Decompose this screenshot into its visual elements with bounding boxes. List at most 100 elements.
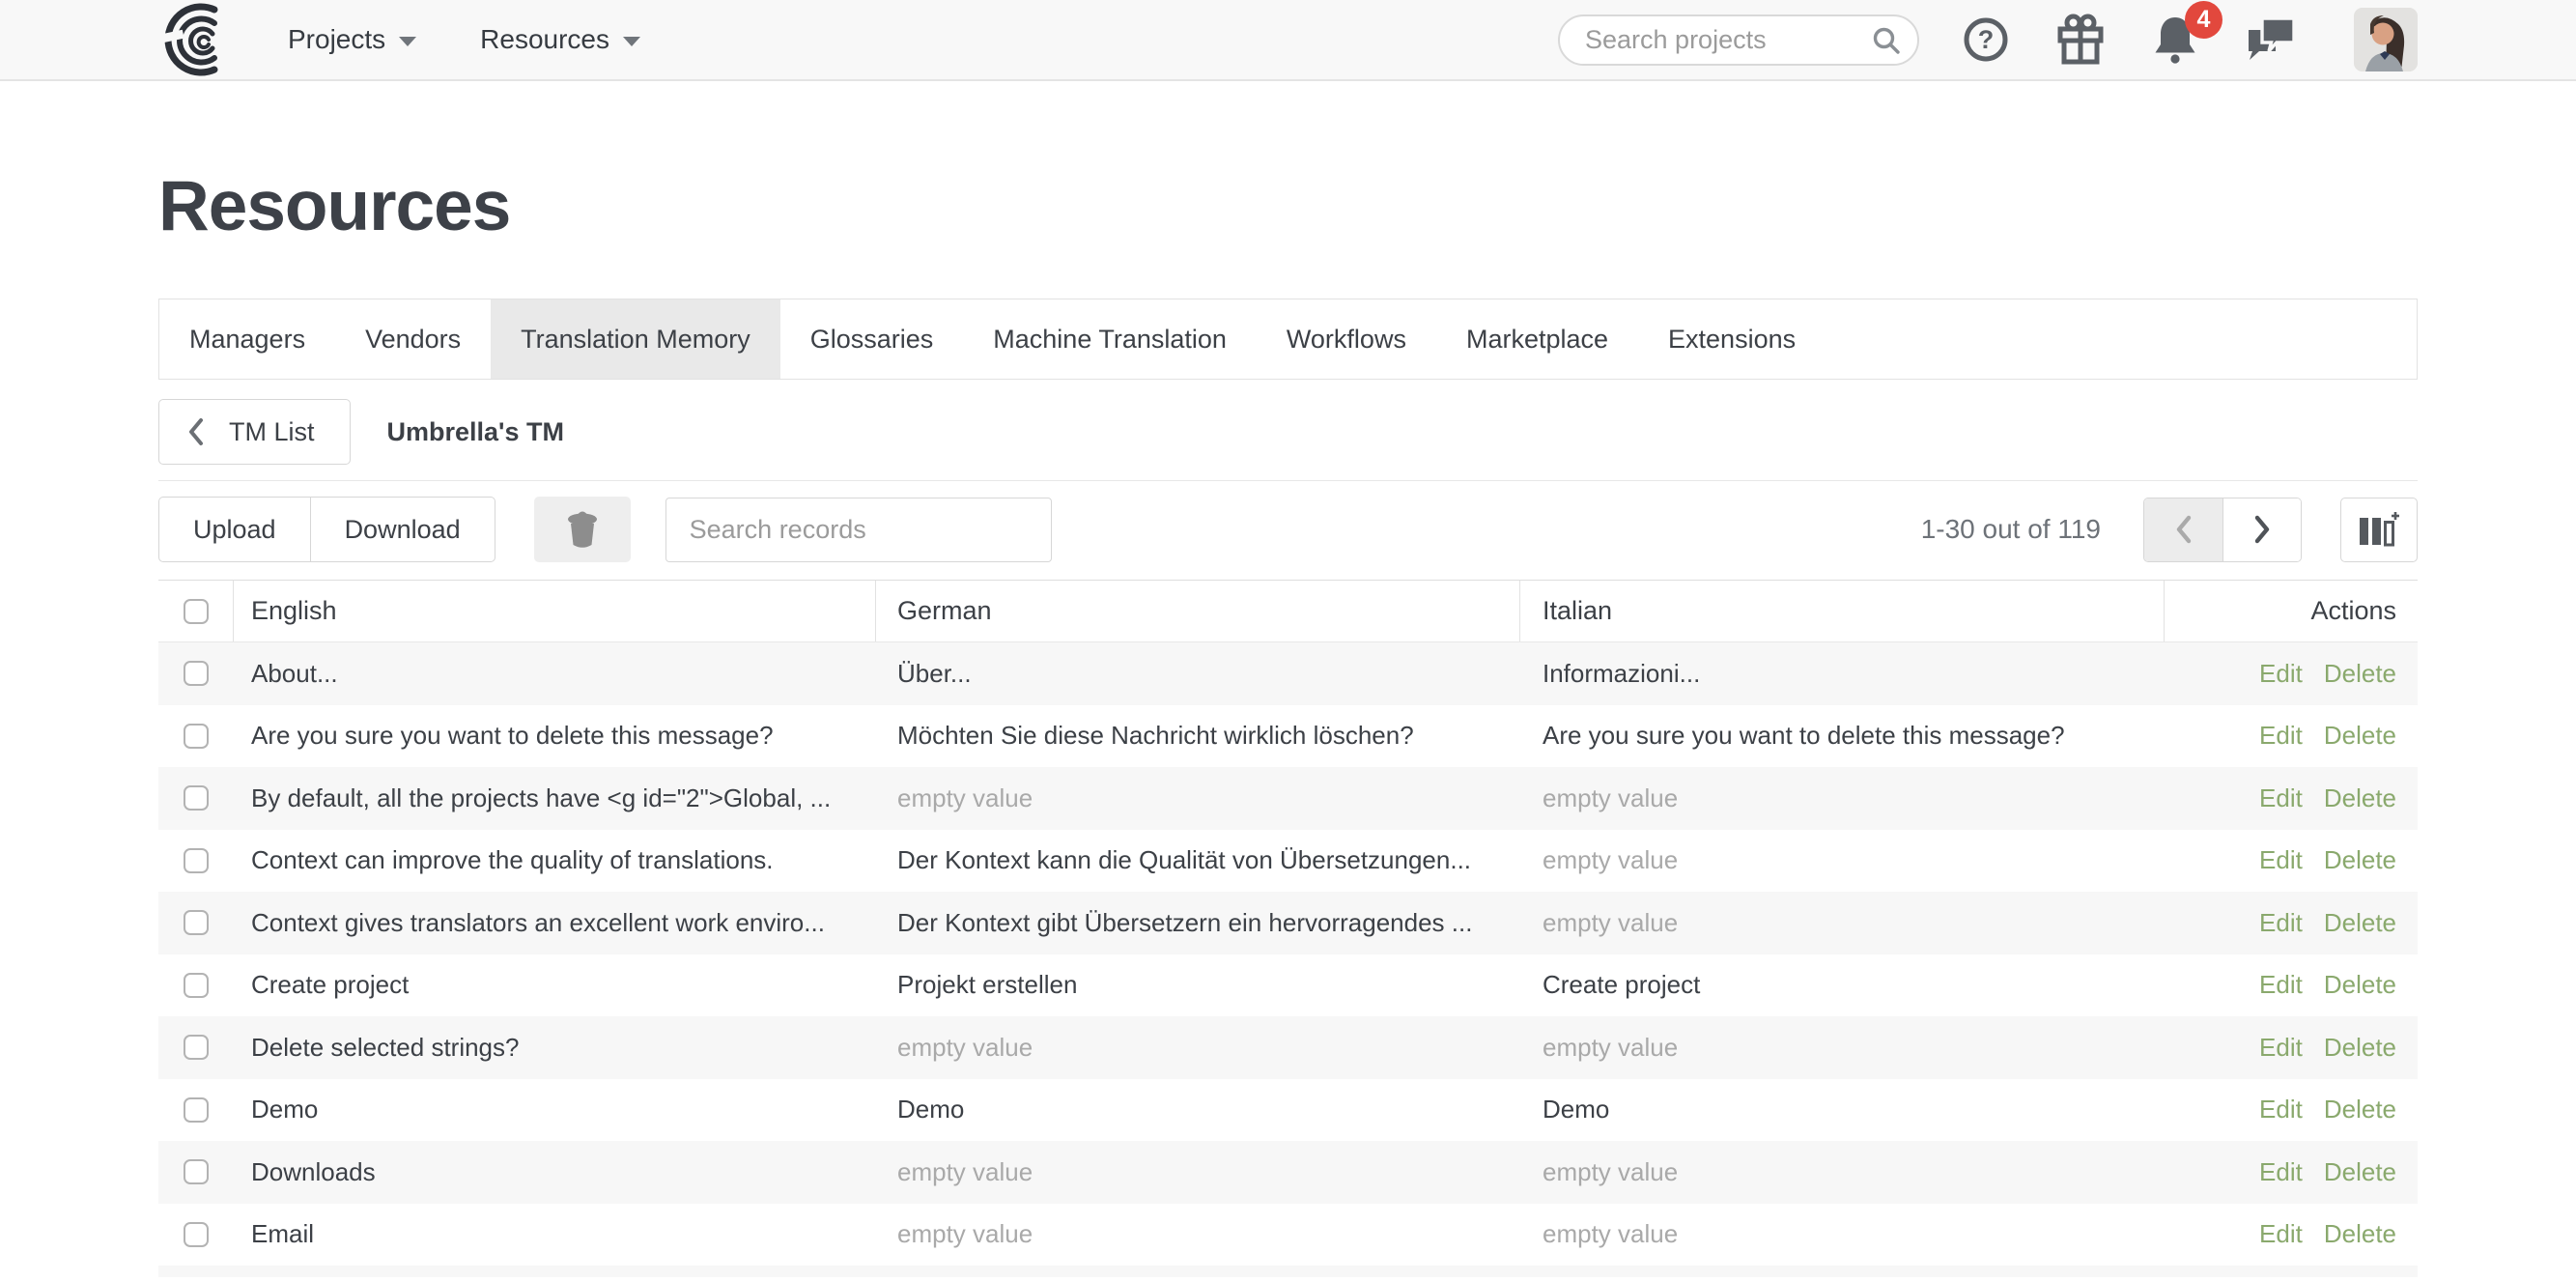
cell-english: By default, all the projects have <g id=… bbox=[234, 767, 876, 830]
row-checkbox[interactable] bbox=[184, 848, 209, 873]
cell-italian: Informazioni... bbox=[1520, 642, 2165, 705]
tab-machine-translation[interactable]: Machine Translation bbox=[963, 299, 1257, 379]
chevron-left-icon bbox=[186, 416, 206, 447]
search-input[interactable] bbox=[1558, 14, 1919, 66]
edit-link[interactable]: Edit bbox=[2259, 1095, 2303, 1124]
tm-name: Umbrella's TM bbox=[387, 417, 564, 447]
tab-translation-memory[interactable]: Translation Memory bbox=[491, 299, 780, 379]
edit-link[interactable]: Edit bbox=[2259, 1157, 2303, 1187]
delete-link[interactable]: Delete bbox=[2324, 970, 2396, 1000]
row-checkbox[interactable] bbox=[184, 785, 209, 811]
delete-link[interactable]: Delete bbox=[2324, 721, 2396, 751]
delete-selected-button[interactable] bbox=[534, 497, 631, 562]
cell-english: Context gives translators an excellent w… bbox=[234, 892, 876, 954]
chat-icon[interactable] bbox=[2244, 14, 2298, 65]
edit-link[interactable]: Edit bbox=[2259, 783, 2303, 813]
tab-vendors[interactable]: Vendors bbox=[335, 299, 491, 379]
nav-menu-projects[interactable]: Projects bbox=[288, 24, 416, 55]
column-header-italian: Italian bbox=[1520, 581, 2165, 641]
cell-german: Über... bbox=[876, 642, 1520, 705]
delete-link[interactable]: Delete bbox=[2324, 1157, 2396, 1187]
delete-link[interactable]: Delete bbox=[2324, 845, 2396, 875]
tab-glossaries[interactable]: Glossaries bbox=[780, 299, 964, 379]
table-row: Delete selected strings?empty valueempty… bbox=[158, 1016, 2418, 1079]
cell-italian: empty value bbox=[1520, 767, 2165, 830]
tm-list-back-button[interactable]: TM List bbox=[158, 399, 351, 465]
section-divider bbox=[158, 480, 2418, 481]
table-row: Emailempty valueempty valueEditDelete bbox=[158, 1204, 2418, 1267]
nav-menu-resources[interactable]: Resources bbox=[480, 24, 640, 55]
cell-english: Context can improve the quality of trans… bbox=[234, 830, 876, 893]
delete-link[interactable]: Delete bbox=[2324, 783, 2396, 813]
project-search bbox=[1558, 14, 1919, 66]
download-button[interactable]: Download bbox=[310, 497, 495, 562]
columns-icon bbox=[2356, 508, 2402, 551]
tab-workflows[interactable]: Workflows bbox=[1257, 299, 1436, 379]
upload-button[interactable]: Upload bbox=[158, 497, 311, 562]
manage-columns-button[interactable] bbox=[2340, 498, 2418, 562]
search-records-input[interactable] bbox=[665, 498, 1052, 562]
cell-english: Are you sure you want to delete this mes… bbox=[234, 705, 876, 768]
cell-english: Demo bbox=[234, 1079, 876, 1142]
row-checkbox[interactable] bbox=[184, 1159, 209, 1184]
help-icon[interactable]: ? bbox=[1962, 15, 2010, 64]
nav-menu-projects-label: Projects bbox=[288, 24, 385, 55]
delete-link[interactable]: Delete bbox=[2324, 1095, 2396, 1124]
table-body: About...Über...Informazioni...EditDelete… bbox=[158, 642, 2418, 1266]
tab-marketplace[interactable]: Marketplace bbox=[1436, 299, 1638, 379]
edit-link[interactable]: Edit bbox=[2259, 908, 2303, 938]
row-checkbox[interactable] bbox=[184, 973, 209, 998]
cell-german: empty value bbox=[876, 767, 1520, 830]
tab-extensions[interactable]: Extensions bbox=[1638, 299, 1826, 379]
edit-link[interactable]: Edit bbox=[2259, 1219, 2303, 1249]
edit-link[interactable]: Edit bbox=[2259, 1033, 2303, 1063]
row-checkbox[interactable] bbox=[184, 661, 209, 686]
svg-text:?: ? bbox=[1978, 25, 1995, 54]
bell-icon[interactable]: 4 bbox=[2151, 14, 2199, 65]
chevron-down-icon bbox=[623, 37, 640, 46]
row-checkbox[interactable] bbox=[184, 1035, 209, 1060]
gift-icon[interactable] bbox=[2054, 13, 2107, 67]
row-checkbox[interactable] bbox=[184, 1097, 209, 1123]
cell-italian: empty value bbox=[1520, 1204, 2165, 1267]
cell-german: Der Kontext kann die Qualität von Überse… bbox=[876, 830, 1520, 893]
delete-link[interactable]: Delete bbox=[2324, 1219, 2396, 1249]
nav-menu-resources-label: Resources bbox=[480, 24, 609, 55]
column-header-english: English bbox=[234, 581, 876, 641]
delete-link[interactable]: Delete bbox=[2324, 1033, 2396, 1063]
table-row: Context gives translators an excellent w… bbox=[158, 892, 2418, 954]
table-row: DemoDemoDemoEditDelete bbox=[158, 1079, 2418, 1142]
cell-italian: empty value bbox=[1520, 892, 2165, 954]
edit-link[interactable]: Edit bbox=[2259, 845, 2303, 875]
crowdin-logo[interactable] bbox=[158, 3, 232, 76]
row-checkbox[interactable] bbox=[184, 910, 209, 935]
chevron-down-icon bbox=[399, 37, 416, 46]
table-row: About...Über...Informazioni...EditDelete bbox=[158, 642, 2418, 705]
cell-english: Email bbox=[234, 1204, 876, 1267]
next-page-button[interactable] bbox=[2222, 498, 2301, 561]
tab-managers[interactable]: Managers bbox=[159, 299, 335, 379]
delete-link[interactable]: Delete bbox=[2324, 908, 2396, 938]
tm-list-back-label: TM List bbox=[229, 417, 315, 447]
cell-english: Downloads bbox=[234, 1141, 876, 1204]
pagination-count: 1-30 out of 119 bbox=[1921, 514, 2101, 545]
table-header: English German Italian Actions bbox=[158, 580, 2418, 642]
cell-german: empty value bbox=[876, 1141, 1520, 1204]
row-checkbox[interactable] bbox=[184, 1222, 209, 1247]
edit-link[interactable]: Edit bbox=[2259, 659, 2303, 689]
avatar[interactable] bbox=[2354, 8, 2418, 71]
delete-link[interactable]: Delete bbox=[2324, 659, 2396, 689]
row-checkbox[interactable] bbox=[184, 724, 209, 749]
notification-badge: 4 bbox=[2185, 1, 2222, 39]
table-row: Downloadsempty valueempty valueEditDelet… bbox=[158, 1141, 2418, 1204]
edit-link[interactable]: Edit bbox=[2259, 721, 2303, 751]
cell-italian: Demo bbox=[1520, 1079, 2165, 1142]
cell-german: Projekt erstellen bbox=[876, 954, 1520, 1017]
cell-german: Möchten Sie diese Nachricht wirklich lös… bbox=[876, 705, 1520, 768]
select-all-checkbox[interactable] bbox=[184, 599, 209, 624]
cell-italian: empty value bbox=[1520, 1016, 2165, 1079]
prev-page-button[interactable] bbox=[2144, 498, 2222, 561]
search-icon bbox=[1871, 25, 1902, 56]
table-row: Are you sure you want to delete this mes… bbox=[158, 705, 2418, 768]
edit-link[interactable]: Edit bbox=[2259, 970, 2303, 1000]
